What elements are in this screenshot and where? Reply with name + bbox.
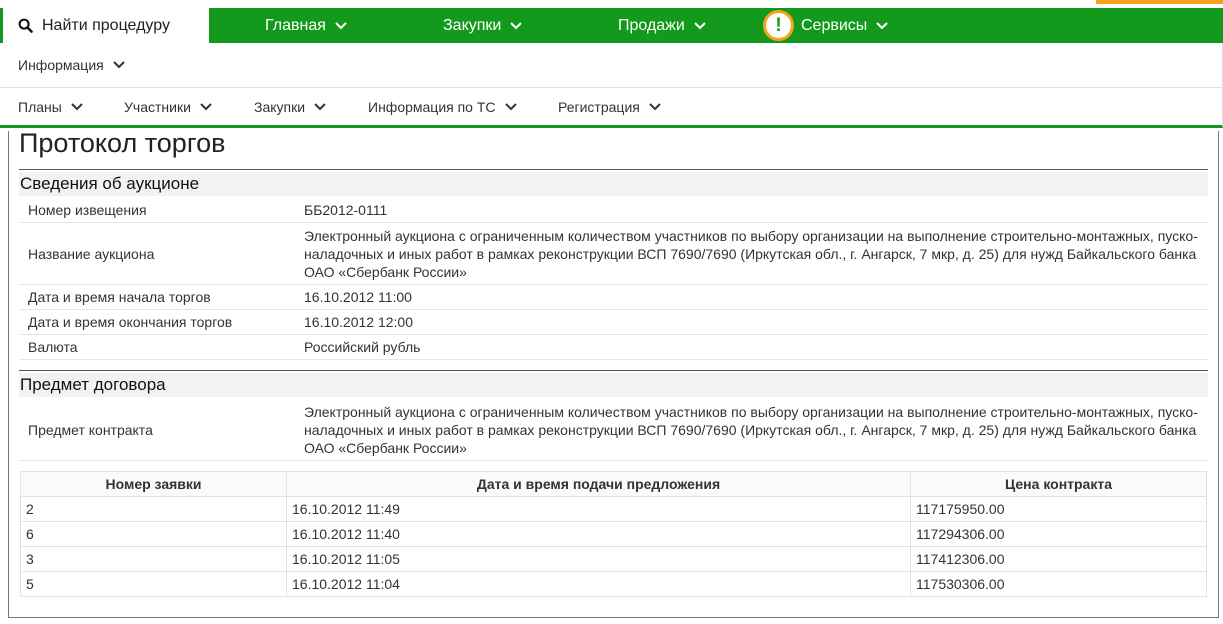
info-label: Номер извещения — [28, 201, 147, 218]
info-row-auction-name: Название аукциона Электронный аукциона с… — [19, 223, 1208, 285]
info-label: Валюта — [28, 339, 78, 355]
info-label: Название аукциона — [28, 245, 155, 262]
info-row-start-time: Дата и время начала торгов 16.10.2012 11… — [19, 285, 1208, 310]
nav-information[interactable]: Информация — [18, 43, 125, 87]
bid-time: 16.10.2012 11:40 — [286, 521, 911, 547]
subnav-participants-label: Участники — [124, 98, 191, 115]
divider — [19, 169, 1208, 170]
info-row-contract-subject: Предмет контракта Электронный аукциона с… — [19, 399, 1208, 461]
nav-purchases[interactable]: Закупки — [443, 8, 523, 43]
bid-time: 16.10.2012 11:49 — [286, 496, 911, 522]
contract-section-heading: Предмет договора — [19, 373, 1208, 397]
divider — [19, 370, 1208, 371]
bid-number: 5 — [20, 571, 287, 597]
nav-information-label: Информация — [18, 57, 104, 73]
chevron-down-icon — [876, 21, 889, 29]
subnav-plans-label: Планы — [18, 98, 62, 115]
table-row: 2 16.10.2012 11:49 117175950.00 — [20, 496, 1207, 522]
nav-main[interactable]: Главная — [265, 8, 347, 43]
column-header: Цена контракта — [910, 471, 1207, 497]
search-icon — [18, 18, 33, 33]
table-row: 3 16.10.2012 11:05 117412306.00 — [20, 546, 1207, 572]
table-row: 5 16.10.2012 11:04 117530306.00 — [20, 571, 1207, 597]
info-label: Дата и время начала торгов — [28, 289, 211, 305]
bid-price: 117175950.00 — [910, 496, 1207, 522]
table-row: 6 16.10.2012 11:40 117294306.00 — [20, 521, 1207, 547]
bid-number: 6 — [20, 521, 287, 547]
bid-price: 117294306.00 — [910, 521, 1207, 547]
bid-time: 16.10.2012 11:04 — [286, 571, 911, 597]
subnav-purchases[interactable]: Закупки — [254, 88, 326, 125]
chevron-down-icon — [649, 102, 661, 110]
subnav-purchases-label: Закупки — [254, 98, 306, 115]
info-value: Российский рубль — [304, 339, 421, 355]
subnav-plans[interactable]: Планы — [18, 88, 83, 125]
search-procedure-button[interactable]: Найти процедуру — [0, 8, 209, 43]
chevron-down-icon — [694, 21, 706, 29]
page-title: Протокол торгов — [19, 128, 226, 158]
subnav-ts-info-label: Информация по ТС — [368, 98, 496, 115]
chevron-down-icon — [335, 21, 347, 29]
nav-purchases-label: Закупки — [443, 16, 502, 34]
info-row-currency: Валюта Российский рубль — [19, 335, 1208, 360]
alert-icon[interactable]: ! — [763, 10, 794, 41]
alert-glyph: ! — [775, 15, 782, 36]
info-navbar: Информация — [0, 43, 1223, 88]
bid-time: 16.10.2012 11:05 — [286, 546, 911, 572]
subnav-registration[interactable]: Регистрация — [558, 88, 661, 125]
info-label: Дата и время окончания торгов — [28, 314, 233, 330]
table-header-row: Номер заявки Дата и время подачи предлож… — [20, 471, 1207, 497]
subnav-registration-label: Регистрация — [558, 98, 640, 115]
bid-number: 2 — [20, 496, 287, 522]
sub-navbar: Планы Участники Закупки Информация по ТС… — [0, 88, 1223, 128]
auction-section-heading: Сведения об аукционе — [19, 172, 1208, 196]
chevron-down-icon — [510, 21, 523, 29]
info-row-notice-number: Номер извещения ББ2012-0111 — [19, 197, 1208, 223]
bid-price: 117412306.00 — [910, 546, 1207, 572]
chevron-down-icon — [200, 102, 212, 110]
info-value: Электронный аукциона с ограниченным коли… — [304, 403, 1198, 456]
protocol-panel: Протокол торгов Сведения об аукционе Ном… — [8, 128, 1219, 618]
info-label: Предмет контракта — [28, 421, 153, 438]
search-procedure-label: Найти процедуру — [42, 16, 170, 34]
info-value: 16.10.2012 11:00 — [304, 289, 412, 305]
chevron-down-icon — [113, 61, 125, 69]
bids-table: Номер заявки Дата и время подачи предлож… — [20, 471, 1207, 597]
nav-services[interactable]: ! Сервисы — [763, 8, 889, 43]
bid-price: 117530306.00 — [910, 571, 1207, 597]
chevron-down-icon — [71, 102, 83, 110]
bid-number: 3 — [20, 546, 287, 572]
nav-sales-label: Продажи — [618, 16, 685, 34]
accent-strip — [1096, 0, 1223, 4]
subnav-participants[interactable]: Участники — [124, 88, 212, 125]
column-header: Номер заявки — [20, 471, 287, 497]
info-value: ББ2012-0111 — [304, 201, 388, 218]
chevron-down-icon — [504, 102, 517, 110]
nav-services-label: Сервисы — [801, 16, 868, 34]
nav-sales[interactable]: Продажи — [618, 8, 706, 43]
info-value: Электронный аукциона с ограниченным коли… — [304, 227, 1198, 280]
nav-main-label: Главная — [265, 16, 326, 34]
info-value: 16.10.2012 12:00 — [304, 314, 413, 330]
subnav-ts-info[interactable]: Информация по ТС — [368, 88, 517, 125]
column-header: Дата и время подачи предложения — [286, 471, 911, 497]
info-row-end-time: Дата и время окончания торгов 16.10.2012… — [19, 310, 1208, 335]
chevron-down-icon — [314, 102, 326, 110]
top-navbar: Найти процедуру Главная Закупки Продажи … — [0, 8, 1223, 43]
